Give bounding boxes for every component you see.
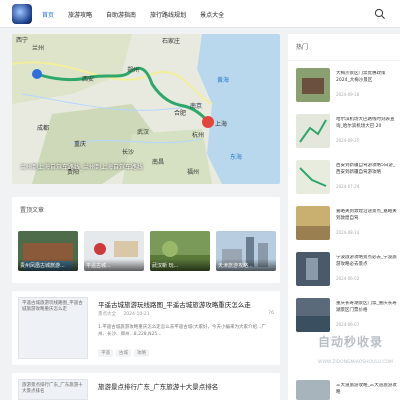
sidebar-item-image — [296, 252, 330, 286]
nav-item-self-guided[interactable]: 自助游指南 — [106, 10, 136, 19]
sidebar-item-date: 2024-09-25 — [336, 138, 360, 143]
thumb-caption: 武汉新 玩... — [150, 259, 210, 271]
featured-thumb-3[interactable]: 武汉新 玩... — [150, 231, 210, 271]
sidebar-item-title[interactable]: 西安到新疆自驾游攻略5日游_西安到新疆自驾游攻略 — [336, 163, 398, 177]
sidebar-item-image — [296, 298, 330, 332]
search-icon[interactable] — [374, 8, 386, 20]
map-label-shijiazhuang: 石家庄 — [162, 37, 180, 45]
sidebar-item[interactable]: 宁波旅游攻略景点必去_宁波旅游攻略必去景点 2024-06-02 — [296, 252, 400, 286]
article-card[interactable]: 平遥古城旅游玩线路图_平遥古城旅游攻略重庆怎么走 平遥古城旅游玩线路图_平遥古城… — [12, 291, 280, 365]
sidebar-item-date: 2024-08-14 — [336, 230, 360, 235]
nav-item-attractions[interactable]: 景点大全 — [200, 10, 224, 19]
sidebar-item-title[interactable]: 嘉峪关到敦煌沿途景点_嘉峪关到敦煌自驾 — [336, 209, 398, 223]
article-views: 76 — [268, 311, 274, 316]
article-card[interactable]: 旅游景点排行广东_广东旅游十大景点排名 旅游景点排行广东_广东旅游十大景点排名 — [12, 373, 280, 400]
map-label-hangzhou: 杭州 — [192, 131, 204, 139]
sidebar-item-image — [296, 160, 330, 194]
divider — [288, 60, 400, 61]
sidebar-item-image — [296, 206, 330, 240]
thumb-caption: 平遥古城... — [84, 259, 144, 271]
watermark-logo: 自动秒收录 — [318, 335, 384, 349]
site-logo[interactable] — [12, 4, 32, 24]
map-label-hefei: 合肥 — [174, 109, 186, 117]
map-label-xining: 西宁 — [16, 36, 28, 44]
sidebar-item-date: 2024-06-07 — [336, 322, 360, 327]
hero-banner[interactable]: 西宁 兰州 西安 郑州 石家庄 合肥 南京 上海 杭州 成都 重庆 武汉 长沙 … — [12, 34, 280, 184]
map-label-zhengzhou: 郑州 — [127, 66, 139, 74]
article-title[interactable]: 平遥古城旅游玩线路图_平遥古城旅游攻略重庆怎么走 — [98, 299, 278, 309]
sidebar-item-image — [296, 68, 330, 102]
sidebar-item-title[interactable]: 重庆长寿湖景区门票_重庆长寿湖景区门票价格 — [336, 301, 398, 315]
thumb-caption: 天津旅游攻略... — [216, 259, 276, 271]
start-marker — [32, 69, 42, 79]
sidebar-item-title[interactable]: 大梅沙景区门票优惠政策2024_大梅沙景区 — [336, 71, 398, 85]
featured-thumb-1[interactable]: 贵州凤凰古城旅游... — [18, 231, 78, 271]
map-label-huanghai: 黄海 — [217, 76, 229, 84]
map-label-xian: 西安 — [82, 75, 94, 83]
sidebar-title: 热门 — [296, 44, 309, 51]
nav-item-route-planning[interactable]: 旅行路线规划 — [150, 10, 186, 19]
sidebar-item[interactable]: 嘉峪关到敦煌沿途景点_嘉峪关到敦煌自驾 2024-08-14 — [296, 206, 400, 240]
article-tag[interactable]: 平遥 — [98, 349, 113, 357]
map-label-lanzhou: 兰州 — [32, 44, 44, 52]
nav-item-travel-guide[interactable]: 旅游攻略 — [68, 10, 92, 19]
article-meta: 景点大全 2024-10-21 — [98, 311, 150, 317]
sidebar-item-title[interactable]: 哈尔滨机场大巴路线时刻表查询_哈尔滨机场大巴 20 — [336, 117, 398, 131]
map-label-nanchang: 南昌 — [152, 158, 164, 166]
nav-item-home[interactable]: 首页 — [42, 10, 54, 19]
sidebar-item[interactable]: 三大道旅游攻略_三大道旅游攻略 — [296, 380, 400, 400]
featured-thumb-4[interactable]: 天津旅游攻略... — [216, 231, 276, 271]
article-tag[interactable]: 古城 — [116, 349, 131, 357]
article-image: 旅游景点排行广东_广东旅游十大景点排名 — [18, 379, 88, 400]
featured-articles-panel: 置顶文章 贵州凤凰古城旅游... 平遥古城... 武汉新 玩... 天津旅游攻略… — [12, 197, 280, 283]
map-label-changsha: 长沙 — [122, 148, 134, 156]
article-image: 平遥古城旅游玩线路图_平遥古城旅游攻略重庆怎么走 — [18, 297, 88, 359]
map-label-shanghai: 上海 — [215, 120, 227, 128]
map-label-donghai: 东海 — [230, 153, 242, 161]
map-label-fuzhou: 福州 — [187, 168, 199, 176]
article-tag[interactable]: 攻略 — [134, 349, 149, 357]
sidebar-item-date: 2024-06-02 — [336, 276, 360, 281]
map-label-nanjing: 南京 — [190, 102, 202, 110]
hero-caption: 兰州到上海自驾车路线_兰州到上海自驾车路线 — [20, 164, 144, 171]
main-nav: 首页 旅游攻略 自助游指南 旅行路线规划 景点大全 — [42, 0, 238, 28]
sidebar-item-date: 2024-07-24 — [336, 184, 360, 189]
sidebar-item[interactable]: 重庆长寿湖景区门票_重庆长寿湖景区门票价格 2024-06-07 — [296, 298, 400, 332]
sidebar-item-title[interactable]: 三大道旅游攻略_三大道旅游攻略 — [336, 383, 398, 397]
sidebar-item-title[interactable]: 宁波旅游攻略景点必去_宁波旅游攻略必去景点 — [336, 255, 398, 269]
sidebar-item-image — [296, 380, 330, 400]
sidebar-item-image — [296, 114, 330, 148]
sidebar-item[interactable]: 西安到新疆自驾游攻略5日游_西安到新疆自驾游攻略 2024-07-24 — [296, 160, 400, 194]
article-date: 2024-10-21 — [123, 312, 150, 317]
article-excerpt: 1.平遥古城旅游攻略重庆怎么走怎么去平遥古城(大家好，今天小编来为大家介绍...… — [98, 325, 266, 338]
map-label-wuhan: 武汉 — [137, 128, 149, 136]
sidebar-item[interactable]: 哈尔滨机场大巴路线时刻表查询_哈尔滨机场大巴 20 2024-09-25 — [296, 114, 400, 148]
sidebar-item[interactable]: 大梅沙景区门票优惠政策2024_大梅沙景区 2024-09-18 — [296, 68, 400, 102]
article-category[interactable]: 景点大全 — [98, 312, 116, 317]
sidebar-item-date: 2024-09-18 — [336, 92, 360, 97]
featured-thumb-2[interactable]: 平遥古城... — [84, 231, 144, 271]
article-title[interactable]: 旅游景点排行广东_广东旅游十大景点排名 — [98, 381, 278, 391]
map-label-chengdu: 成都 — [37, 124, 49, 132]
map-label-chongqing: 重庆 — [74, 140, 86, 148]
end-marker — [202, 116, 214, 128]
thumb-caption: 贵州凤凰古城旅游... — [18, 259, 78, 271]
watermark-url: WWW.ZIDONGMIAOSHOULU.COM — [318, 360, 393, 365]
top-navigation-bar: 首页 旅游攻略 自助游指南 旅行路线规划 景点大全 — [0, 0, 400, 28]
featured-title: 置顶文章 — [20, 207, 45, 214]
